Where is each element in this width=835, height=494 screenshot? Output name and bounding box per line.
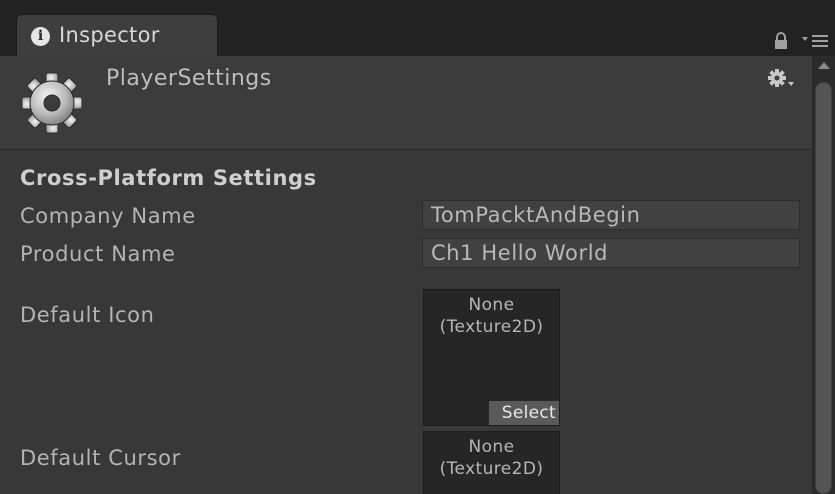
scrollbar-thumb[interactable]: [815, 82, 832, 494]
vertical-scrollbar[interactable]: [812, 56, 835, 494]
info-icon: i: [31, 27, 50, 46]
default-icon-type-text: (Texture2D): [439, 317, 544, 337]
default-icon-none-text: None: [468, 295, 515, 315]
default-cursor-label: Default Cursor: [20, 446, 181, 470]
tab-strip: i Inspector: [0, 0, 835, 56]
menu-icon[interactable]: [800, 30, 830, 52]
section-title: Cross-Platform Settings: [20, 166, 317, 190]
inspector-window: i Inspector PlayerSettings Cross-Platfor…: [0, 0, 835, 494]
header-title: PlayerSettings: [106, 66, 272, 91]
tab-inspector[interactable]: i Inspector: [16, 14, 218, 56]
scroll-up-arrow-icon[interactable]: [818, 62, 830, 69]
company-name-label: Company Name: [20, 204, 196, 228]
settings-content: Cross-Platform Settings Company Name Tom…: [0, 150, 812, 494]
select-button[interactable]: Select: [489, 401, 559, 425]
inspector-header: PlayerSettings: [0, 56, 812, 150]
settings-gear-icon[interactable]: [766, 68, 796, 90]
default-icon-label: Default Icon: [20, 303, 155, 327]
default-icon-field[interactable]: None (Texture2D) Select: [423, 289, 560, 426]
product-name-field[interactable]: Ch1 Hello World: [422, 238, 800, 268]
lock-icon[interactable]: [774, 32, 788, 50]
gear-icon: [21, 72, 83, 134]
product-name-label: Product Name: [20, 242, 176, 266]
company-name-field[interactable]: TomPacktAndBegin: [422, 200, 800, 230]
default-cursor-field[interactable]: None (Texture2D): [423, 431, 560, 494]
default-cursor-none-text: None: [468, 437, 515, 457]
default-cursor-type-text: (Texture2D): [439, 459, 544, 479]
tab-label: Inspector: [59, 23, 160, 47]
